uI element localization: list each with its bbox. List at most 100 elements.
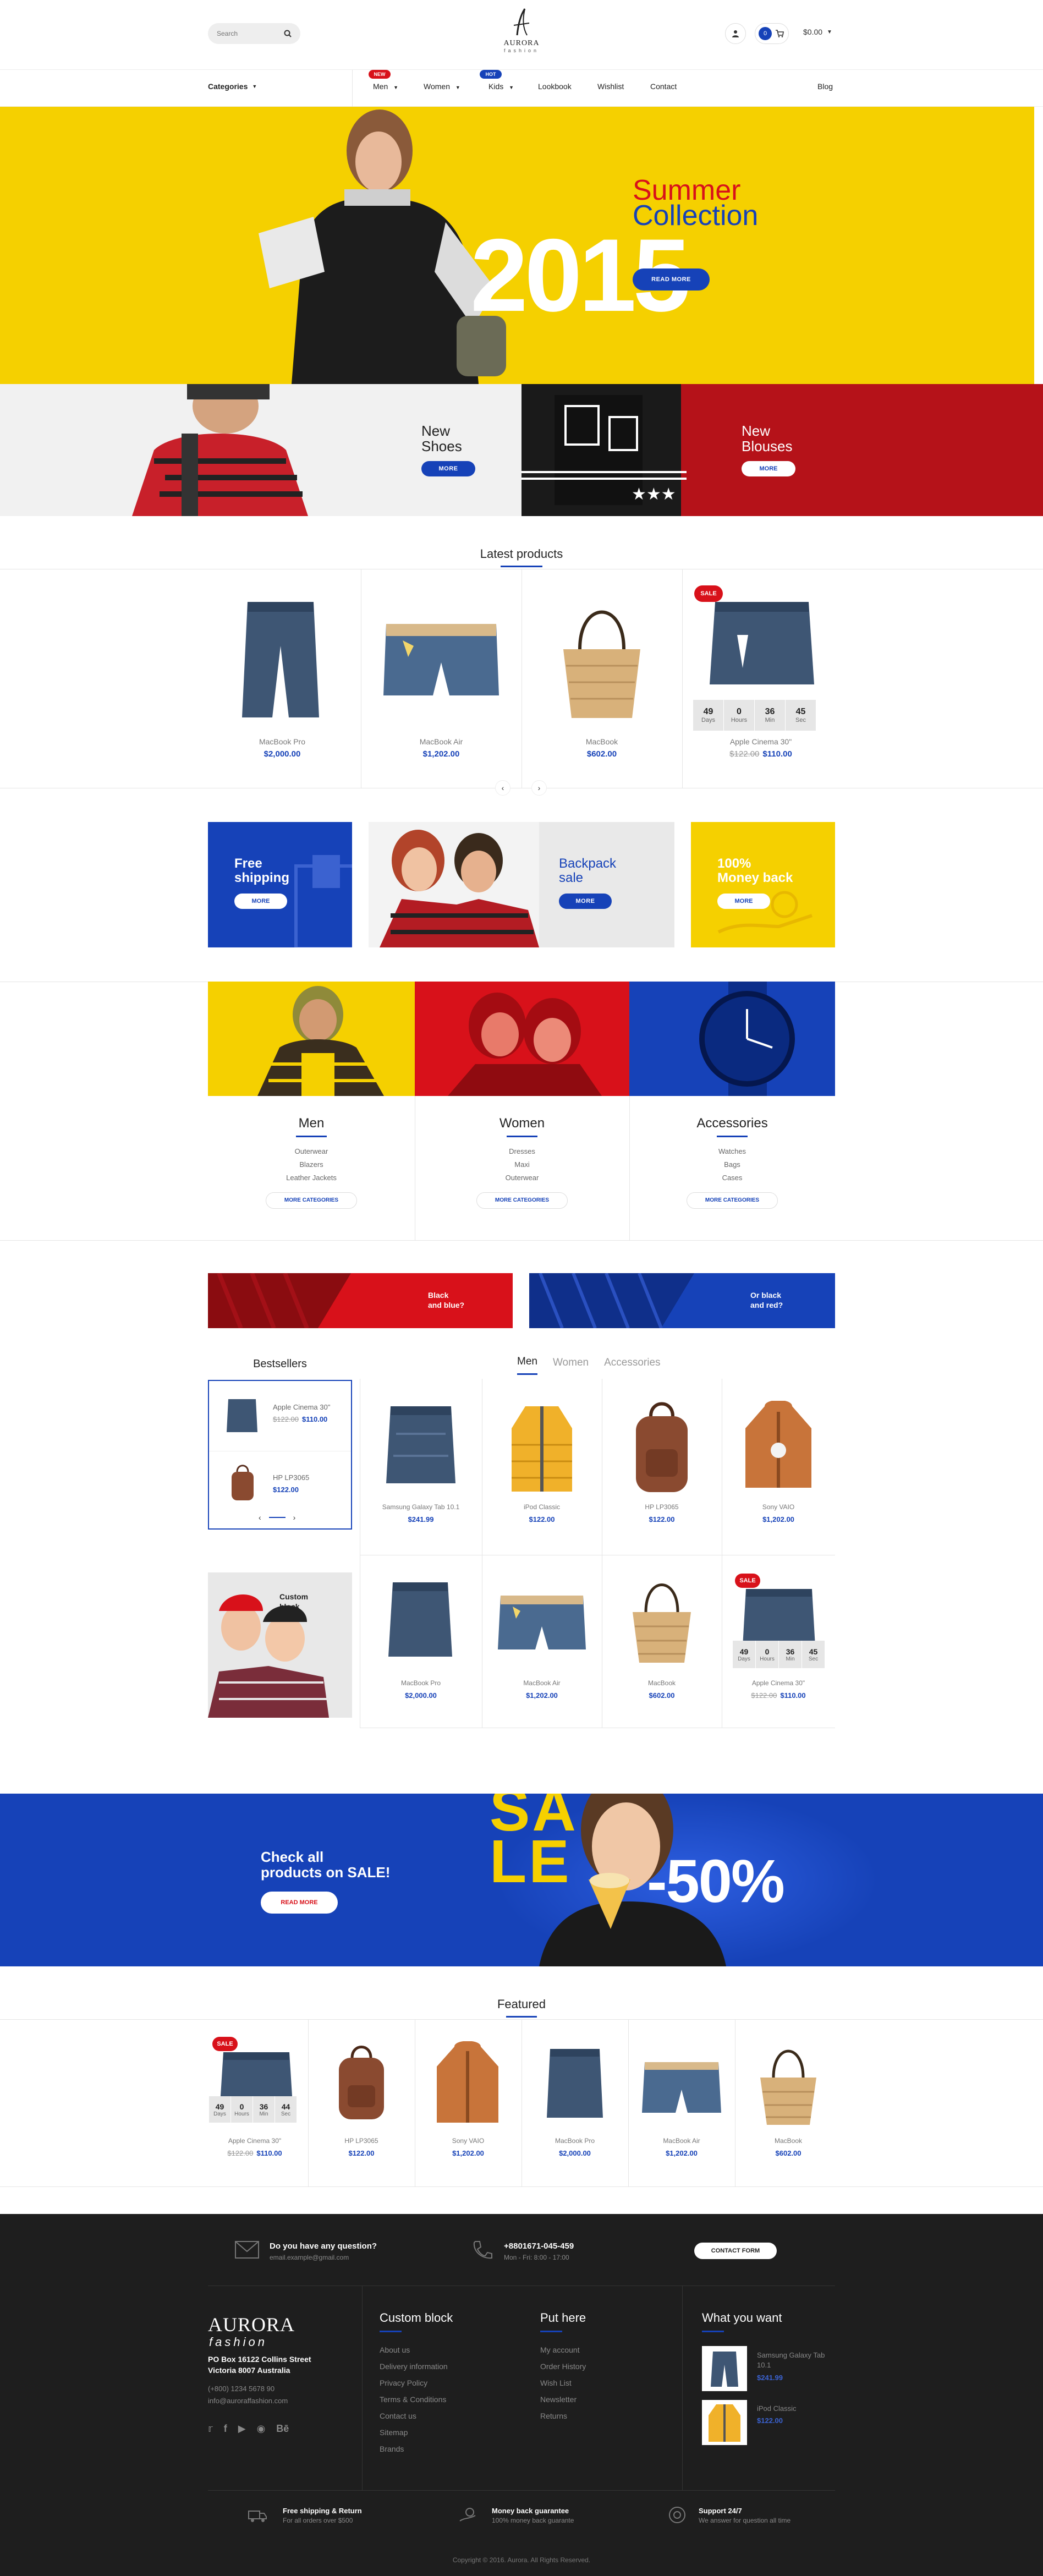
category-title[interactable]: Women <box>415 1116 629 1131</box>
footer-mini-product[interactable]: Samsung Galaxy Tab 10.1 $241.99 <box>702 2346 839 2396</box>
product-card[interactable]: MacBook Pro $2,000.00 <box>204 569 361 778</box>
promo-blouses[interactable]: ★★★ New Blouses MORE <box>522 384 1043 516</box>
nav-item-lookbook[interactable]: Lookbook <box>538 82 572 91</box>
product-name[interactable]: Sony VAIO <box>722 1503 835 1511</box>
product-name[interactable]: Apple Cinema 30" <box>682 737 839 746</box>
footer-link[interactable]: Wish List <box>540 2375 586 2391</box>
product-name[interactable]: HP LP3065 <box>308 2137 415 2145</box>
footer-link[interactable]: Delivery information <box>380 2358 448 2375</box>
footer-link[interactable]: Terms & Conditions <box>380 2391 448 2408</box>
chevron-right-icon[interactable]: › <box>293 1513 296 1522</box>
promo-blouses-more-button[interactable]: MORE <box>742 461 795 476</box>
product-name[interactable]: MacBook Air <box>482 1679 602 1687</box>
category-title[interactable]: Men <box>208 1116 415 1131</box>
behance-icon[interactable]: Bē <box>276 2423 289 2435</box>
footer-link[interactable]: Newsletter <box>540 2391 586 2408</box>
sale-banner[interactable]: SA LE -50% Check all products on SALE! R… <box>0 1794 1043 1966</box>
black-red-banner[interactable]: Or black and red? <box>529 1273 835 1328</box>
promo-shoes-more-button[interactable]: MORE <box>421 461 475 476</box>
category-link[interactable]: Watches <box>629 1145 835 1158</box>
nav-item-blog[interactable]: Blog <box>817 82 833 91</box>
bestseller-name[interactable]: Apple Cinema 30" <box>273 1403 330 1411</box>
footer-link[interactable]: My account <box>540 2342 586 2358</box>
product-name[interactable]: MacBook Air <box>361 737 522 746</box>
bestseller-item[interactable]: HP LP3065 $122.00 <box>209 1453 351 1523</box>
product-card[interactable]: MacBook Air $1,202.00 <box>361 569 522 778</box>
footer-email[interactable]: email.example@gmail.com <box>270 2254 349 2261</box>
search-box[interactable] <box>208 23 300 44</box>
category-link[interactable]: Outerwear <box>208 1145 415 1158</box>
search-icon[interactable] <box>284 30 292 37</box>
nav-item-men[interactable]: Men ▼ NEW <box>369 70 398 91</box>
more-categories-button[interactable]: MORE CATEGORIES <box>476 1192 568 1209</box>
cart-button[interactable]: 0 <box>755 23 789 44</box>
category-title[interactable]: Accessories <box>629 1116 835 1131</box>
footer-link[interactable]: Privacy Policy <box>380 2375 448 2391</box>
product-card[interactable]: MacBook Air $1,202.00 <box>482 1555 602 1728</box>
custom-block-banner[interactable]: Custom block <box>208 1572 352 1718</box>
product-name[interactable]: MacBook Pro <box>204 737 361 746</box>
category-link[interactable]: Blazers <box>208 1158 415 1171</box>
logo[interactable]: AURORA fashion <box>494 8 549 57</box>
category-accessories-image[interactable] <box>629 982 835 1096</box>
tab-accessories[interactable]: Accessories <box>604 1357 660 1374</box>
featured-card[interactable]: MacBook $602.00 <box>735 2019 842 2186</box>
product-card[interactable]: Samsung Galaxy Tab 10.1 $241.99 <box>360 1379 482 1555</box>
product-name[interactable]: MacBook Pro <box>522 2137 628 2145</box>
backpack-banner[interactable]: Backpack sale MORE <box>369 822 674 947</box>
product-card[interactable]: iPod Classic $122.00 <box>482 1379 602 1555</box>
category-link[interactable]: Leather Jackets <box>208 1171 415 1185</box>
footer-mail[interactable]: info@auroraffashion.com <box>208 2397 288 2405</box>
tab-men[interactable]: Men <box>517 1356 537 1375</box>
category-link[interactable]: Cases <box>629 1171 835 1185</box>
product-name[interactable]: iPod Classic <box>482 1503 602 1511</box>
product-card[interactable]: MacBook $602.00 <box>602 1555 722 1728</box>
category-men-image[interactable] <box>208 982 415 1096</box>
product-name[interactable]: HP LP3065 <box>602 1503 722 1511</box>
twitter-icon[interactable]: 𝕣 <box>208 2423 213 2435</box>
black-blue-banner[interactable]: Black and blue? <box>208 1273 513 1328</box>
nav-item-women[interactable]: Women ▼ <box>424 82 460 91</box>
product-card[interactable]: MacBook $602.00 <box>522 569 682 778</box>
footer-phone[interactable]: +8801671-045-459 <box>504 2241 574 2251</box>
product-card[interactable]: SALE 49 Days 0 Hours 36 Min 45 Sec Apple Cin… <box>682 569 839 778</box>
youtube-icon[interactable]: ▶ <box>238 2423 246 2435</box>
money-back-banner[interactable]: 100% Money back MORE <box>691 822 835 947</box>
promo-shoes[interactable]: New Shoes MORE <box>0 384 522 516</box>
footer-mini-product[interactable]: iPod Classic $122.00 <box>702 2400 839 2449</box>
category-link[interactable]: Bags <box>629 1158 835 1171</box>
hero-read-more-button[interactable]: READ MORE <box>633 268 710 291</box>
money-more-button[interactable]: MORE <box>717 894 770 909</box>
more-categories-button[interactable]: MORE CATEGORIES <box>687 1192 778 1209</box>
contact-form-button[interactable]: CONTACT FORM <box>694 2243 777 2259</box>
footer-link[interactable]: Brands <box>380 2441 448 2457</box>
bestseller-item[interactable]: Apple Cinema 30" $122.00 $110.00 <box>209 1381 351 1451</box>
product-name[interactable]: Sony VAIO <box>415 2137 522 2145</box>
footer-link[interactable]: Returns <box>540 2408 586 2424</box>
featured-card[interactable]: HP LP3065 $122.00 <box>308 2019 415 2186</box>
category-women-image[interactable] <box>415 982 629 1096</box>
facebook-icon[interactable]: f <box>224 2423 227 2435</box>
category-link[interactable]: Maxi <box>415 1158 629 1171</box>
shipping-more-button[interactable]: MORE <box>234 894 287 909</box>
category-link[interactable]: Dresses <box>415 1145 629 1158</box>
product-name[interactable]: MacBook Pro <box>360 1679 482 1687</box>
product-card[interactable]: SALE 49 Days 0 Hours 36 Min 45 Sec Apple Cin… <box>722 1555 835 1728</box>
product-card[interactable]: MacBook Pro $2,000.00 <box>360 1555 482 1728</box>
product-name[interactable]: MacBook <box>522 737 682 746</box>
product-name[interactable]: MacBook <box>735 2137 842 2145</box>
featured-card[interactable]: MacBook Pro $2,000.00 <box>522 2019 628 2186</box>
featured-card[interactable]: SALE 49 Days 0 Hours 36 Min 44 Sec Apple Cin… <box>201 2019 308 2186</box>
mini-product-name[interactable]: iPod Classic <box>757 2404 834 2413</box>
mini-product-name[interactable]: Samsung Galaxy Tab 10.1 <box>757 2350 834 2370</box>
github-icon[interactable]: ◉ <box>257 2423 266 2435</box>
footer-link[interactable]: Order History <box>540 2358 586 2375</box>
product-name[interactable]: MacBook <box>602 1679 722 1687</box>
product-card[interactable]: HP LP3065 $122.00 <box>602 1379 722 1555</box>
nav-item-kids[interactable]: Kids ▼ HOT <box>480 70 514 91</box>
chevron-left-icon[interactable]: ‹ <box>259 1513 261 1522</box>
featured-card[interactable]: Sony VAIO $1,202.00 <box>415 2019 522 2186</box>
footer-link[interactable]: Contact us <box>380 2408 448 2424</box>
search-input[interactable] <box>217 30 272 37</box>
product-name[interactable]: MacBook Air <box>628 2137 735 2145</box>
